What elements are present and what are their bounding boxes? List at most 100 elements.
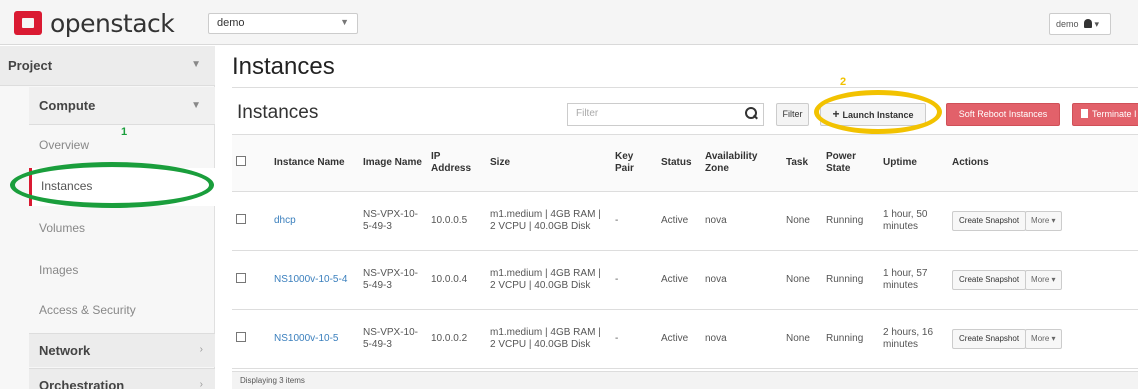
task-cell: None bbox=[782, 309, 822, 369]
sidebar-project-label: Project bbox=[8, 58, 53, 73]
ip-address-cell: 10.0.0.5 bbox=[427, 191, 486, 251]
uptime-cell: 2 hours, 16 minutes bbox=[879, 309, 948, 369]
trash-icon bbox=[1081, 109, 1088, 118]
title-divider bbox=[232, 87, 1138, 88]
brand[interactable]: openstack bbox=[14, 8, 175, 38]
more-actions-dropdown[interactable]: More ▾ bbox=[1025, 211, 1062, 231]
task-cell: None bbox=[782, 250, 822, 310]
header-power-state[interactable]: Power State bbox=[822, 134, 879, 192]
sidebar-compute-panel[interactable]: Compute ▼ bbox=[29, 87, 215, 125]
sidebar-item-volumes[interactable]: Volumes bbox=[29, 210, 215, 248]
annotation-step-1: 1 bbox=[121, 126, 128, 138]
chevron-right-icon: › bbox=[199, 344, 203, 355]
row-actions: Create Snapshot More ▾ bbox=[952, 329, 1134, 349]
row-checkbox[interactable] bbox=[236, 332, 246, 342]
more-label: More bbox=[1031, 334, 1050, 343]
chevron-down-icon: ▼ bbox=[340, 17, 349, 27]
more-actions-dropdown[interactable]: More ▾ bbox=[1025, 329, 1062, 349]
uptime-cell: 1 hour, 50 minutes bbox=[879, 191, 948, 251]
row-actions: Create Snapshot More ▾ bbox=[952, 270, 1134, 290]
soft-reboot-instances-button[interactable]: Soft Reboot Instances bbox=[946, 103, 1060, 126]
header-ip-address[interactable]: IP Address bbox=[427, 134, 486, 192]
row-actions: Create Snapshot More ▾ bbox=[952, 211, 1134, 231]
sidebar-compute-label: Compute bbox=[39, 98, 96, 113]
create-snapshot-button[interactable]: Create Snapshot bbox=[952, 329, 1027, 349]
image-name-cell: NS-VPX-10-5-49-3 bbox=[359, 309, 427, 369]
availability-zone-cell: nova bbox=[701, 191, 782, 251]
chevron-down-icon: ▾ bbox=[1051, 275, 1056, 284]
annotation-circle-launch bbox=[814, 90, 942, 134]
availability-zone-cell: nova bbox=[701, 250, 782, 310]
filter-input[interactable]: Filter bbox=[567, 103, 764, 126]
annotation-step-2: 2 bbox=[840, 76, 847, 88]
brand-name: openstack bbox=[50, 8, 175, 38]
instance-name-link[interactable]: dhcp bbox=[274, 215, 296, 226]
image-name-cell: NS-VPX-10-5-49-3 bbox=[359, 191, 427, 251]
project-selector[interactable]: demo ▼ bbox=[208, 13, 358, 34]
header-availability-zone[interactable]: Availability Zone bbox=[701, 134, 782, 192]
image-name-cell: NS-VPX-10-5-49-3 bbox=[359, 250, 427, 310]
more-label: More bbox=[1031, 275, 1050, 284]
header-uptime[interactable]: Uptime bbox=[879, 134, 948, 192]
header-size[interactable]: Size bbox=[486, 134, 611, 192]
header-status[interactable]: Status bbox=[657, 134, 701, 192]
size-cell: m1.medium | 4GB RAM | 2 VCPU | 40.0GB Di… bbox=[486, 250, 611, 310]
key-pair-cell: - bbox=[611, 250, 657, 310]
create-snapshot-button[interactable]: Create Snapshot bbox=[952, 211, 1027, 231]
header-actions: Actions bbox=[948, 134, 1138, 192]
sidebar-item-images[interactable]: Images bbox=[29, 252, 215, 290]
row-checkbox[interactable] bbox=[236, 214, 246, 224]
top-navbar: openstack demo ▼ demo ▾ bbox=[0, 0, 1138, 45]
table-row: NS1000v-10-5 NS-VPX-10-5-49-3 10.0.0.2 m… bbox=[232, 309, 1138, 369]
terminate-instances-button[interactable]: Terminate I bbox=[1072, 103, 1138, 126]
sidebar-item-label: Volumes bbox=[39, 221, 86, 235]
select-all-checkbox[interactable] bbox=[236, 156, 246, 166]
filter-button[interactable]: Filter bbox=[776, 103, 809, 126]
status-cell: Active bbox=[657, 191, 701, 251]
sidebar-network-panel[interactable]: Network › bbox=[29, 333, 215, 367]
size-cell: m1.medium | 4GB RAM | 2 VCPU | 40.0GB Di… bbox=[486, 309, 611, 369]
table-row: dhcp NS-VPX-10-5-49-3 10.0.0.5 m1.medium… bbox=[232, 191, 1138, 251]
more-label: More bbox=[1031, 216, 1050, 225]
sidebar-item-access-security[interactable]: Access & Security bbox=[29, 292, 215, 330]
header-task[interactable]: Task bbox=[782, 134, 822, 192]
user-icon bbox=[1084, 19, 1093, 28]
status-cell: Active bbox=[657, 309, 701, 369]
more-actions-dropdown[interactable]: More ▾ bbox=[1025, 270, 1062, 290]
row-checkbox[interactable] bbox=[236, 273, 246, 283]
chevron-down-icon: ▾ bbox=[1094, 19, 1100, 29]
search-icon[interactable] bbox=[745, 107, 757, 121]
sidebar-project-panel[interactable]: Project ▼ bbox=[0, 46, 215, 86]
header-instance-name[interactable]: Instance Name bbox=[270, 134, 359, 192]
key-pair-cell: - bbox=[611, 309, 657, 369]
uptime-cell: 1 hour, 57 minutes bbox=[879, 250, 948, 310]
project-selector-label: demo bbox=[217, 17, 245, 29]
status-cell: Active bbox=[657, 250, 701, 310]
instance-name-link[interactable]: NS1000v-10-5 bbox=[274, 333, 338, 344]
ip-address-cell: 10.0.0.4 bbox=[427, 250, 486, 310]
chevron-right-icon: › bbox=[199, 379, 203, 389]
sidebar-orchestration-label: Orchestration bbox=[39, 378, 125, 389]
table-footer: Displaying 3 items bbox=[232, 371, 1138, 389]
sidebar-item-label: Access & Security bbox=[39, 303, 136, 317]
instance-name-link[interactable]: NS1000v-10-5-4 bbox=[274, 274, 347, 285]
create-snapshot-button[interactable]: Create Snapshot bbox=[952, 270, 1027, 290]
table-row: NS1000v-10-5-4 NS-VPX-10-5-49-3 10.0.0.4… bbox=[232, 250, 1138, 310]
availability-zone-cell: nova bbox=[701, 309, 782, 369]
header-key-pair[interactable]: Key Pair bbox=[611, 134, 657, 192]
select-all-cell bbox=[232, 134, 270, 192]
table-header-row: Instance Name Image Name IP Address Size… bbox=[232, 134, 1138, 192]
sidebar-orchestration-panel[interactable]: Orchestration › bbox=[29, 368, 215, 389]
size-cell: m1.medium | 4GB RAM | 2 VCPU | 40.0GB Di… bbox=[486, 191, 611, 251]
instances-table: Instance Name Image Name IP Address Size… bbox=[232, 134, 1138, 369]
chevron-down-icon: ▾ bbox=[1051, 334, 1056, 343]
chevron-down-icon: ▾ bbox=[1051, 216, 1056, 225]
sidebar-item-label: Images bbox=[39, 263, 79, 277]
user-menu[interactable]: demo ▾ bbox=[1049, 13, 1111, 35]
sidebar: Project ▼ Compute ▼ Overview Instances V… bbox=[0, 46, 215, 389]
sidebar-item-label: Overview bbox=[39, 138, 90, 152]
openstack-logo-icon bbox=[14, 11, 42, 35]
header-image-name[interactable]: Image Name bbox=[359, 134, 427, 192]
ip-address-cell: 10.0.0.2 bbox=[427, 309, 486, 369]
sidebar-network-label: Network bbox=[39, 343, 91, 358]
